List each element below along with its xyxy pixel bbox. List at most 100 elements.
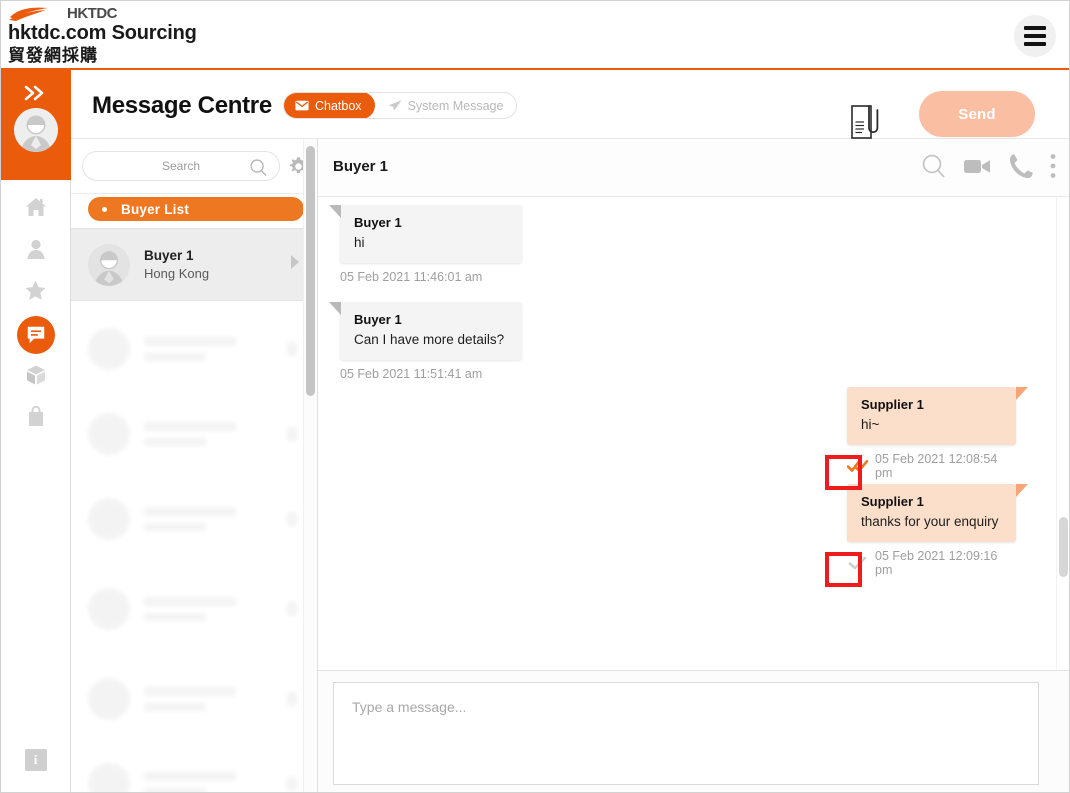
message-bubble: Supplier 1 thanks for your enquiry: [847, 484, 1028, 542]
send-button[interactable]: Send: [919, 91, 1035, 137]
message-timestamp: 05 Feb 2021 11:46:01 am: [340, 270, 483, 284]
chat-panel: Buyer 1 Buyer 1 hi 05 Feb 2021 11:46:01 …: [318, 138, 1070, 793]
message-bubble: Supplier 1 hi~: [847, 387, 1028, 445]
shopping-bag-icon: [25, 405, 47, 434]
info-icon: i: [24, 749, 47, 771]
buyer-list-header: Buyer List: [71, 194, 317, 226]
chat-scrollbar[interactable]: [1056, 197, 1070, 670]
search-box[interactable]: [82, 151, 280, 181]
sidebar-item-favourites[interactable]: [0, 272, 71, 314]
sidebar-item-messages[interactable]: [0, 314, 71, 356]
message-sender: Supplier 1: [861, 494, 924, 509]
chat-header-actions: [905, 152, 1056, 180]
envelope-icon: [295, 100, 309, 111]
message-bubble: Buyer 1 Can I have more details?: [329, 302, 522, 360]
search-icon[interactable]: [249, 158, 268, 182]
message-composer: [318, 670, 1070, 793]
message-incoming: Buyer 1 Can I have more details? 05 Feb …: [329, 302, 522, 381]
tab-chatbox[interactable]: Chatbox: [284, 93, 375, 118]
list-item: [71, 747, 317, 793]
message-incoming: Buyer 1 hi 05 Feb 2021 11:46:01 am: [329, 205, 522, 284]
buyer-list-panel: Buyer List Buyer 1 Hong Kong: [71, 138, 318, 793]
list-item[interactable]: Buyer 1 Hong Kong: [71, 228, 317, 301]
rail-header: [0, 70, 71, 180]
message-text: Can I have more details?: [354, 332, 505, 347]
message-timestamp: 05 Feb 2021 12:09:16 pm: [875, 549, 998, 577]
hktdc-swoosh-logo-icon: [8, 6, 64, 21]
list-item-text: Buyer 1 Hong Kong: [144, 247, 290, 283]
left-nav-rail: i: [0, 70, 71, 793]
avatar: [88, 243, 130, 286]
sidebar-item-products[interactable]: [0, 356, 71, 398]
logo-wordmark: HKTDC: [67, 4, 118, 22]
tab-system-message-label: System Message: [407, 98, 504, 113]
tab-chatbox-label: Chatbox: [315, 98, 362, 113]
message-sender: Supplier 1: [861, 397, 924, 412]
user-avatar-icon[interactable]: [14, 108, 58, 152]
main-panel: Message Centre Chatbox System Message Se…: [71, 70, 1070, 793]
list-item: [71, 662, 317, 735]
sidebar-item-home[interactable]: [0, 188, 71, 230]
message-timestamp: 05 Feb 2021 12:08:54 pm: [875, 452, 998, 480]
sidebar-item-info[interactable]: i: [0, 745, 71, 775]
message-footer: 05 Feb 2021 12:09:16 pm: [847, 549, 1016, 577]
message-bubble: Buyer 1 hi: [329, 205, 522, 263]
double-chevron-right-icon[interactable]: [0, 78, 71, 108]
bubble-tail-icon: [1016, 484, 1028, 497]
message-timestamp: 05 Feb 2021 11:51:41 am: [340, 367, 483, 381]
sidebar-item-orders[interactable]: [0, 398, 71, 440]
message-centre-page: HKTDC hktdc.com Sourcing 貿發網採購 i Message…: [0, 0, 1070, 793]
ghost-rows: [71, 302, 317, 793]
list-item: [71, 482, 317, 555]
video-camera-icon[interactable]: [963, 156, 992, 176]
list-item: [71, 312, 317, 385]
message-input[interactable]: [333, 682, 1039, 785]
message-footer: 05 Feb 2021 12:08:54 pm: [847, 452, 1016, 480]
bullet-dot-icon: [102, 206, 107, 212]
person-icon: [24, 237, 48, 266]
rail-icon-list: [0, 188, 71, 440]
annotation-box-sent-receipt: [825, 552, 862, 587]
bubble-tail-icon: [329, 205, 341, 218]
message-text: hi~: [861, 417, 880, 432]
attachment-icon[interactable]: [849, 104, 879, 145]
buyer-list-scrollbar[interactable]: [303, 139, 317, 793]
brand-header: HKTDC hktdc.com Sourcing 貿發網採購: [0, 0, 1070, 70]
tab-system-message[interactable]: System Message: [375, 93, 517, 118]
bubble-tail-icon: [329, 302, 341, 315]
paper-plane-icon: [388, 99, 402, 112]
list-item: [71, 397, 317, 470]
message-outgoing: Supplier 1 hi~ 05 Feb 2021 12:08:54 pm: [847, 387, 1028, 480]
search-icon[interactable]: [921, 153, 947, 179]
list-item-name: Buyer 1: [144, 247, 194, 263]
search-row: [71, 139, 317, 194]
buyer-list-header-pill[interactable]: Buyer List: [88, 197, 304, 221]
star-icon: [23, 278, 48, 308]
message-outgoing: Supplier 1 thanks for your enquiry 05 Fe…: [847, 484, 1028, 577]
buyer-list-scroll-thumb[interactable]: [306, 146, 315, 396]
kebab-menu-icon[interactable]: [1050, 153, 1056, 179]
chat-scroll-thumb[interactable]: [1059, 517, 1068, 577]
brand-name-zh: 貿發網採購: [8, 46, 98, 65]
home-icon: [24, 195, 48, 224]
message-sender: Buyer 1: [354, 215, 402, 230]
message-text: thanks for your enquiry: [861, 514, 999, 529]
phone-icon[interactable]: [1008, 152, 1034, 180]
sidebar-item-profile[interactable]: [0, 230, 71, 272]
search-input[interactable]: [104, 158, 258, 174]
brand-name-en: hktdc.com Sourcing: [8, 22, 197, 44]
chat-header: Buyer 1: [318, 139, 1070, 197]
list-item: [71, 572, 317, 645]
chat-title: Buyer 1: [333, 158, 389, 175]
annotation-box-read-receipt: [825, 455, 862, 490]
buyer-list-header-label: Buyer List: [121, 201, 190, 217]
box-icon: [24, 363, 48, 392]
brand-logo: HKTDC hktdc.com Sourcing 貿發網採購: [8, 5, 197, 66]
message-text: hi: [354, 235, 365, 250]
hamburger-menu-icon[interactable]: [1014, 15, 1056, 57]
chevron-right-icon: [290, 254, 301, 275]
list-item-location: Hong Kong: [144, 265, 210, 281]
chat-bubble-icon: [16, 316, 55, 354]
message-sender: Buyer 1: [354, 312, 402, 327]
bubble-tail-icon: [1016, 387, 1028, 400]
